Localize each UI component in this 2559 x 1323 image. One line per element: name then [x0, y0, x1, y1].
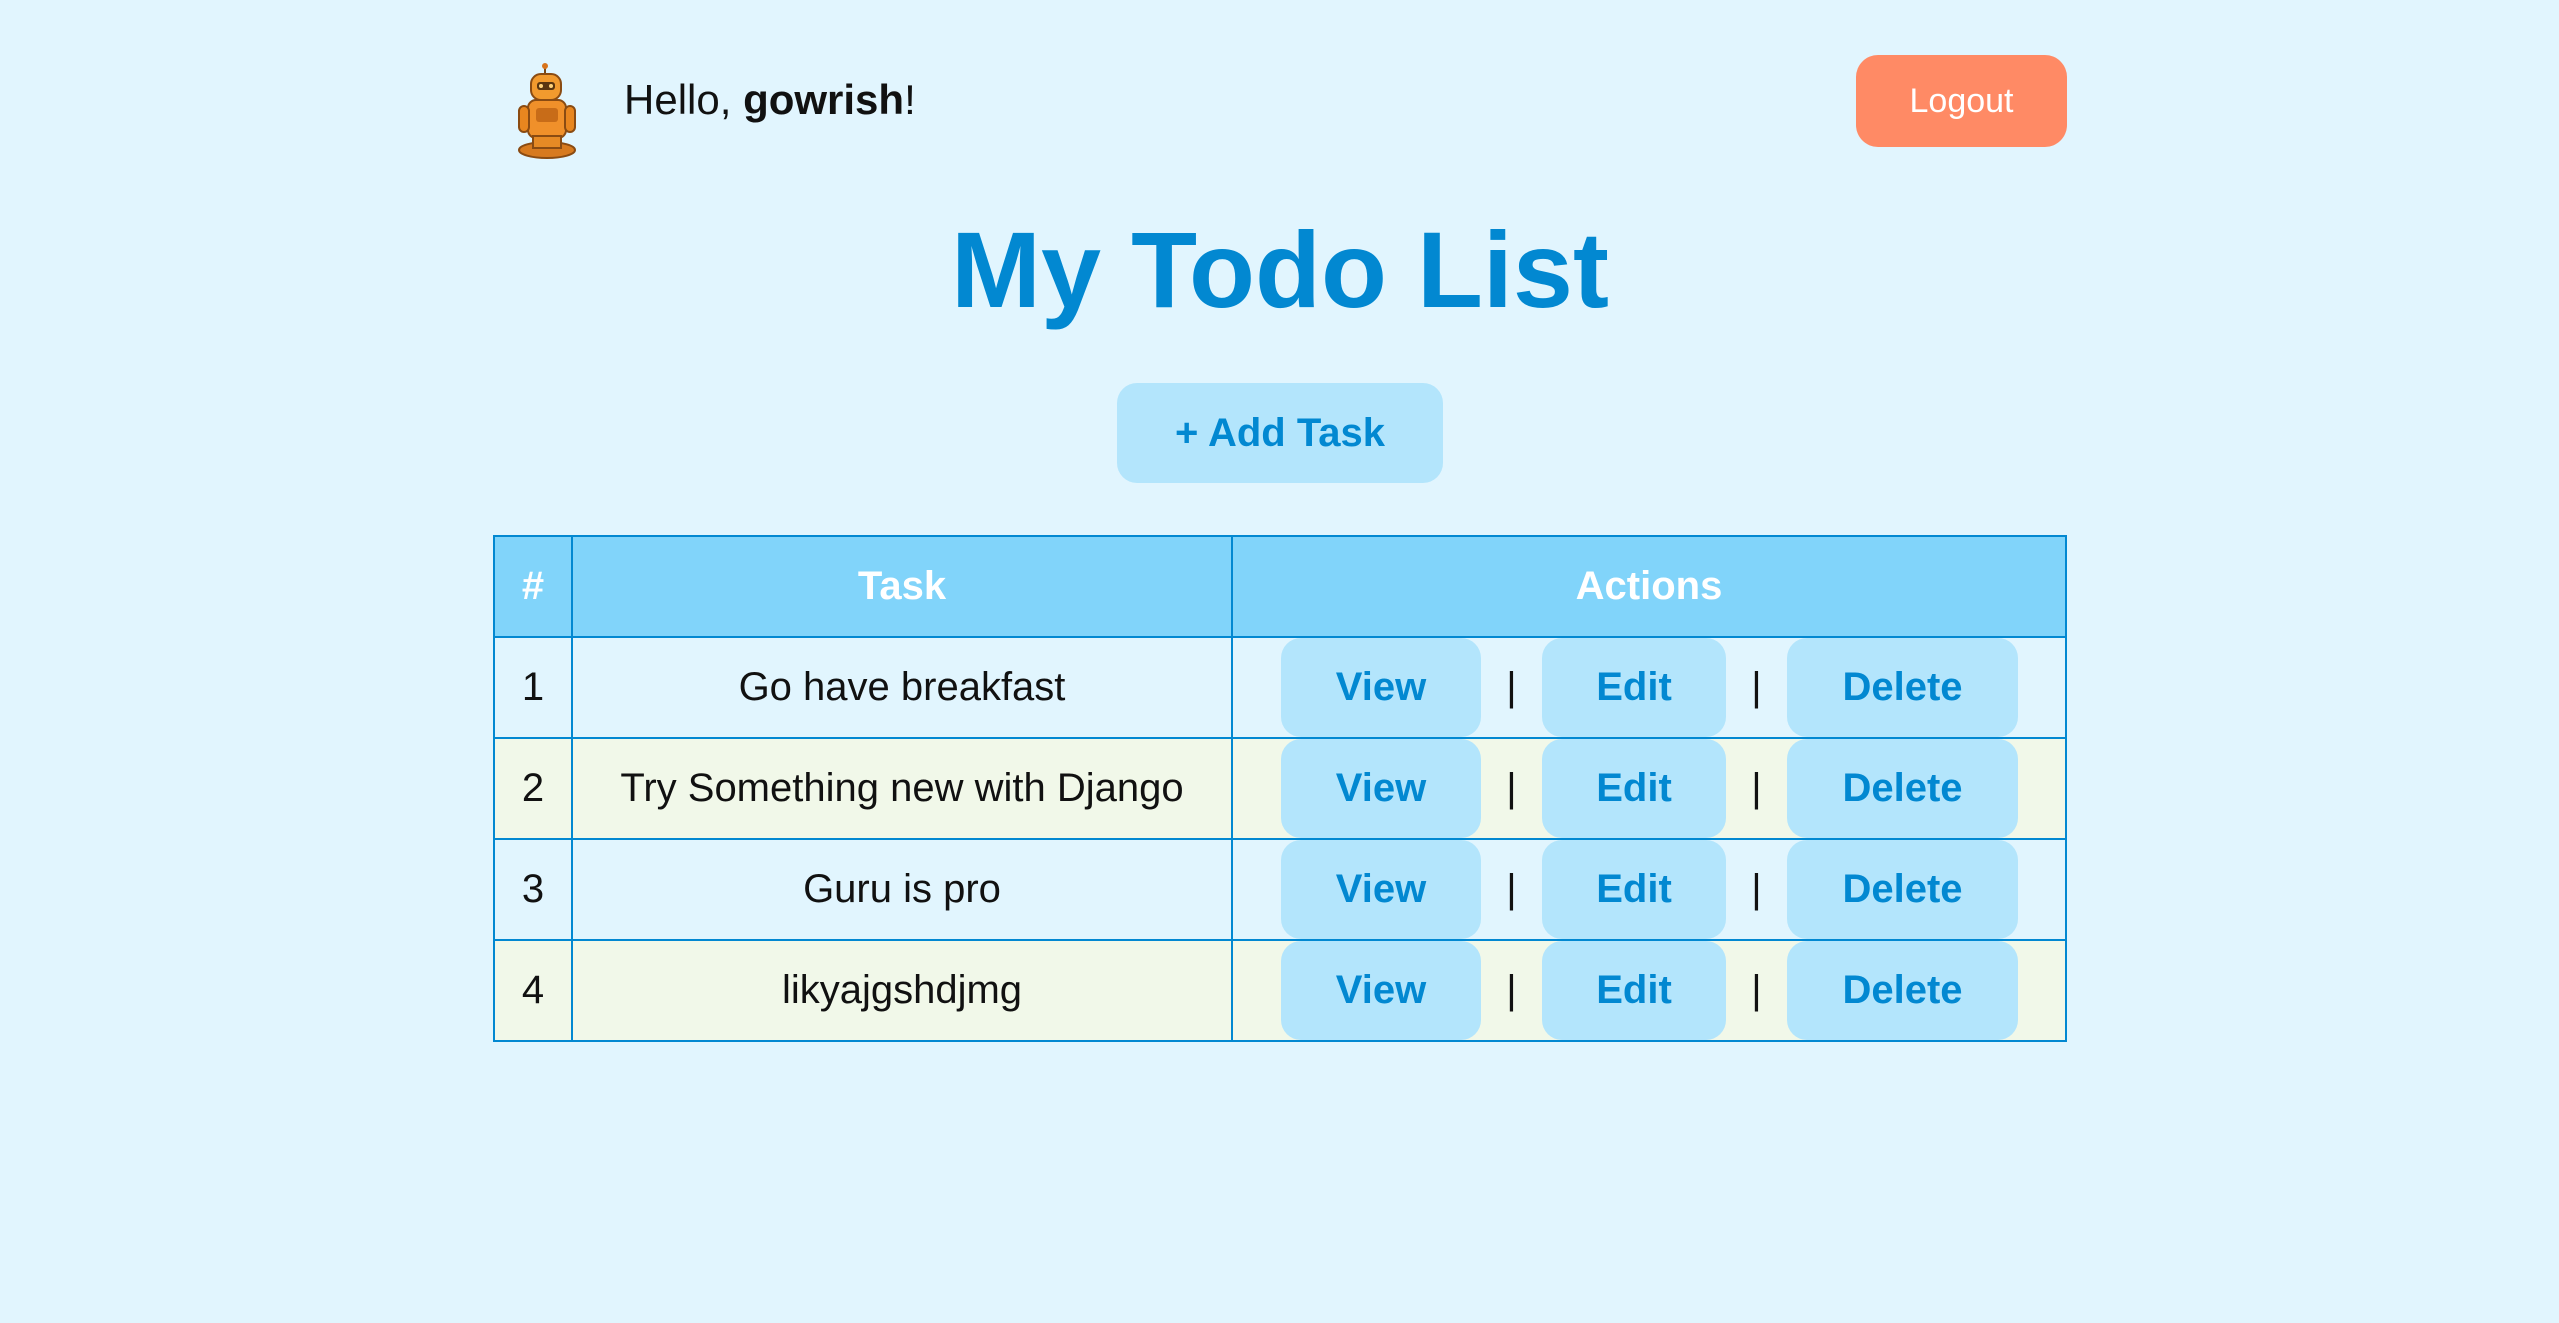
view-button[interactable]: View — [1281, 941, 1481, 1040]
todo-table: # Task Actions 1 Go have breakfast View … — [493, 535, 2067, 1042]
separator: | — [1506, 968, 1517, 1012]
task-name: Guru is pro — [571, 838, 1233, 941]
greeting-prefix: Hello, — [624, 76, 744, 123]
task-name: likyajgshdjmg — [571, 939, 1233, 1042]
table-row: 4 likyajgshdjmg View | Edit | Delete — [493, 939, 2067, 1042]
table-row: 1 Go have breakfast View | Edit | Delete — [493, 636, 2067, 739]
greeting-text: Hello, gowrish! — [624, 72, 916, 128]
delete-button[interactable]: Delete — [1787, 739, 2018, 838]
actions-cell: View | Edit | Delete — [1231, 737, 2067, 840]
row-number: 2 — [493, 737, 573, 840]
edit-button[interactable]: Edit — [1542, 941, 1726, 1040]
task-name: Go have breakfast — [571, 636, 1233, 739]
page-title: My Todo List — [951, 209, 1609, 330]
actions-cell: View | Edit | Delete — [1231, 636, 2067, 739]
separator: | — [1506, 766, 1517, 810]
row-number: 3 — [493, 838, 573, 941]
separator: | — [1751, 766, 1762, 810]
header-actions: Actions — [1231, 535, 2067, 638]
task-name: Try Something new with Django — [571, 737, 1233, 840]
separator: | — [1751, 968, 1762, 1012]
header: Hello, gowrish! Logout — [493, 0, 2067, 190]
robot-avatar-icon — [518, 63, 576, 159]
header-task: Task — [571, 535, 1233, 638]
view-button[interactable]: View — [1281, 638, 1481, 737]
edit-button[interactable]: Edit — [1542, 840, 1726, 939]
delete-button[interactable]: Delete — [1787, 638, 2018, 737]
separator: | — [1506, 665, 1517, 709]
separator: | — [1751, 867, 1762, 911]
row-number: 1 — [493, 636, 573, 739]
actions-cell: View | Edit | Delete — [1231, 939, 2067, 1042]
table-row: 2 Try Something new with Django View | E… — [493, 737, 2067, 840]
view-button[interactable]: View — [1281, 739, 1481, 838]
separator: | — [1506, 867, 1517, 911]
table-header-row: # Task Actions — [493, 535, 2067, 638]
row-number: 4 — [493, 939, 573, 1042]
edit-button[interactable]: Edit — [1542, 638, 1726, 737]
header-number: # — [493, 535, 573, 638]
greeting-suffix: ! — [904, 76, 916, 123]
app-container: Hello, gowrish! Logout My Todo List + Ad… — [493, 0, 2067, 1042]
delete-button[interactable]: Delete — [1787, 840, 2018, 939]
delete-button[interactable]: Delete — [1787, 941, 2018, 1040]
view-button[interactable]: View — [1281, 840, 1481, 939]
add-task-button[interactable]: + Add Task — [1117, 383, 1443, 483]
edit-button[interactable]: Edit — [1542, 739, 1726, 838]
separator: | — [1751, 665, 1762, 709]
username: gowrish — [743, 76, 905, 123]
table-row: 3 Guru is pro View | Edit | Delete — [493, 838, 2067, 941]
logout-button[interactable]: Logout — [1856, 55, 2067, 147]
actions-cell: View | Edit | Delete — [1231, 838, 2067, 941]
